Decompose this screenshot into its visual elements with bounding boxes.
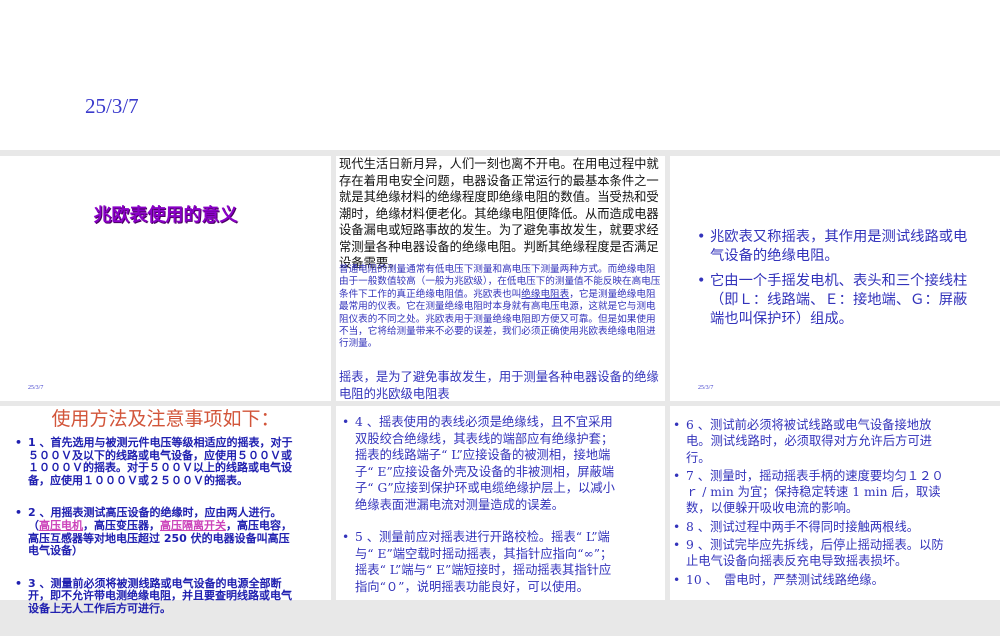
high-voltage-motor-link[interactable]: 高压电机 <box>39 519 83 532</box>
bullet-icon: • <box>673 572 681 587</box>
list-item: • 8 、测试过程中两手不得同时接触两根线。 <box>673 519 951 535</box>
bullet-text: 3 、测量前必须将被测线路或电气设备的电源全部断开，即不允许带电测绝缘电阻，并且… <box>28 576 292 615</box>
slide-footer-date: 25/3/7 <box>698 385 714 391</box>
bullet-icon: • <box>15 576 23 590</box>
list-item: • 10 、 雷电时，严禁测试线路绝缘。 <box>673 572 951 588</box>
list-item: • 5 、测量前应对摇表进行开路校检。摇表“ L”端与“ E”端空载时摇动摇表，其… <box>342 529 620 595</box>
usage-title: 使用方法及注意事项如下： <box>51 408 280 430</box>
slide-thumbnail-previous[interactable]: 25/3/7 <box>0 0 1000 150</box>
bullet-icon: • <box>15 436 23 449</box>
bullet-icon: • <box>697 229 706 245</box>
bullet-icon: • <box>673 468 681 483</box>
list-item: • 2 、用摇表测试高压设备的绝缘时，应由两人进行。（高压电机，高压变压器，高压隔… <box>15 507 293 557</box>
bullet-text: 10 、 雷电时，严禁测试线路绝缘。 <box>686 572 884 587</box>
list-item: • 兆欧表又称摇表，其作用是测试线路或电气设备的绝缘电阻。 <box>697 228 972 266</box>
bullet-text: 4 、摇表使用的表线必须是绝缘线，且不宜采用双股绞合绝缘线，其表线的端部应有绝缘… <box>355 415 615 512</box>
bullet-icon: • <box>673 538 681 553</box>
slide-thumbnail-title[interactable]: 兆欧表使用的意义 25/3/7 <box>0 156 331 401</box>
slide-footer-date: 25/3/7 <box>28 385 44 391</box>
intro-paragraph: 现代生活日新月异，人们一刻也离不开电。在用电过程中就存在着用电安全问题，电器设备… <box>339 157 659 270</box>
list-item: • 3 、测量前必须将被测线路或电气设备的电源全部断开，即不允许带电测绝缘电阻，并… <box>15 576 293 616</box>
list-item: • 9 、测试完毕应先拆线，后停止摇动摇表。以防止电气设备向摇表反充电导致摇表损坏… <box>673 537 951 570</box>
bullet-text: ，高压变压器， <box>83 518 160 532</box>
intro-detail-paragraph: 普通电阻的测量通常有低电压下测量和高电压下测量两种方式。而绝缘电阻由于一般数值较… <box>339 264 661 351</box>
list-item: • 4 、摇表使用的表线必须是绝缘线，且不宜采用双股绞合绝缘线，其表线的端部应有绝… <box>342 414 620 513</box>
bullet-icon: • <box>697 273 706 289</box>
bullet-text: 8 、测试过程中两手不得同时接触两根线。 <box>686 519 920 534</box>
bullet-text: 9 、测试完毕应先拆线，后停止摇动摇表。以防止电气设备向摇表反充电导致摇表损坏。 <box>686 538 944 569</box>
bullet-text: 它由一个手摇发电机、表头和三个接线柱（即Ｌ：线路端、Ｅ：接地端、Ｇ：屏蔽端也叫保… <box>710 273 968 327</box>
usage-bullets-2: • 4 、摇表使用的表线必须是绝缘线，且不宜采用双股绞合绝缘线，其表线的端部应有绝… <box>342 414 620 611</box>
usage-bullets-3: • 6 、测试前必须将被试线路或电气设备接地放电。测试线路时，必须取得对方允许后方… <box>673 417 951 590</box>
list-item: • 它由一个手摇发电机、表头和三个接线柱（即Ｌ：线路端、Ｅ：接地端、Ｇ：屏蔽端也叫… <box>697 272 972 329</box>
bullet-text: 兆欧表又称摇表，其作用是测试线路或电气设备的绝缘电阻。 <box>710 229 968 264</box>
intro-summary: 摇表，是为了避免事故发生，用于测量各种电器设备的绝缘电阻的兆欧级电阻表 <box>339 370 659 401</box>
bullet-icon: • <box>342 415 350 429</box>
insulation-resistance-meter-link[interactable]: 绝缘电阻表 <box>521 289 569 300</box>
list-item: • 1 、首先选用与被测元件电压等级相适应的摇表，对于５００Ｖ及以下的线路或电气设… <box>15 436 293 487</box>
definition-bullets: • 兆欧表又称摇表，其作用是测试线路或电气设备的绝缘电阻。 • 它由一个手摇发电机、… <box>697 228 972 335</box>
bullet-icon: • <box>342 530 350 544</box>
bullet-icon: • <box>673 519 681 534</box>
bullet-text: 7 、测量时，摇动摇表手柄的速度要均匀１２０ｒ / min 为宜；保持稳定转速 … <box>686 468 944 516</box>
bullet-text: 6 、测试前必须将被试线路或电气设备接地放电。测试线路时，必须取得对方允许后方可… <box>686 418 932 465</box>
slide-date: 25/3/7 <box>85 94 139 118</box>
bullet-text: 5 、测量前应对摇表进行开路校检。摇表“ L”端与“ E”端空载时摇动摇表，其指… <box>355 530 613 594</box>
slide-thumbnail-intro[interactable]: 现代生活日新月异，人们一刻也离不开电。在用电过程中就存在着用电安全问题，电器设备… <box>336 156 665 401</box>
slide-title: 兆欧表使用的意义 <box>93 205 238 226</box>
bullet-icon: • <box>15 506 23 520</box>
high-voltage-disconnector-link[interactable]: 高压隔离开关 <box>160 519 226 532</box>
list-item: • 7 、测量时，摇动摇表手柄的速度要均匀１２０ｒ / min 为宜；保持稳定转速… <box>673 468 951 517</box>
bullet-text: 1 、首先选用与被测元件电压等级相适应的摇表，对于５００Ｖ及以下的线路或电气设备… <box>28 436 293 487</box>
list-item: • 6 、测试前必须将被试线路或电气设备接地放电。测试线路时，必须取得对方允许后方… <box>673 417 951 466</box>
bullet-icon: • <box>673 418 681 432</box>
usage-bullets-1: • 1 、首先选用与被测元件电压等级相适应的摇表，对于５００Ｖ及以下的线路或电气设… <box>15 436 293 636</box>
